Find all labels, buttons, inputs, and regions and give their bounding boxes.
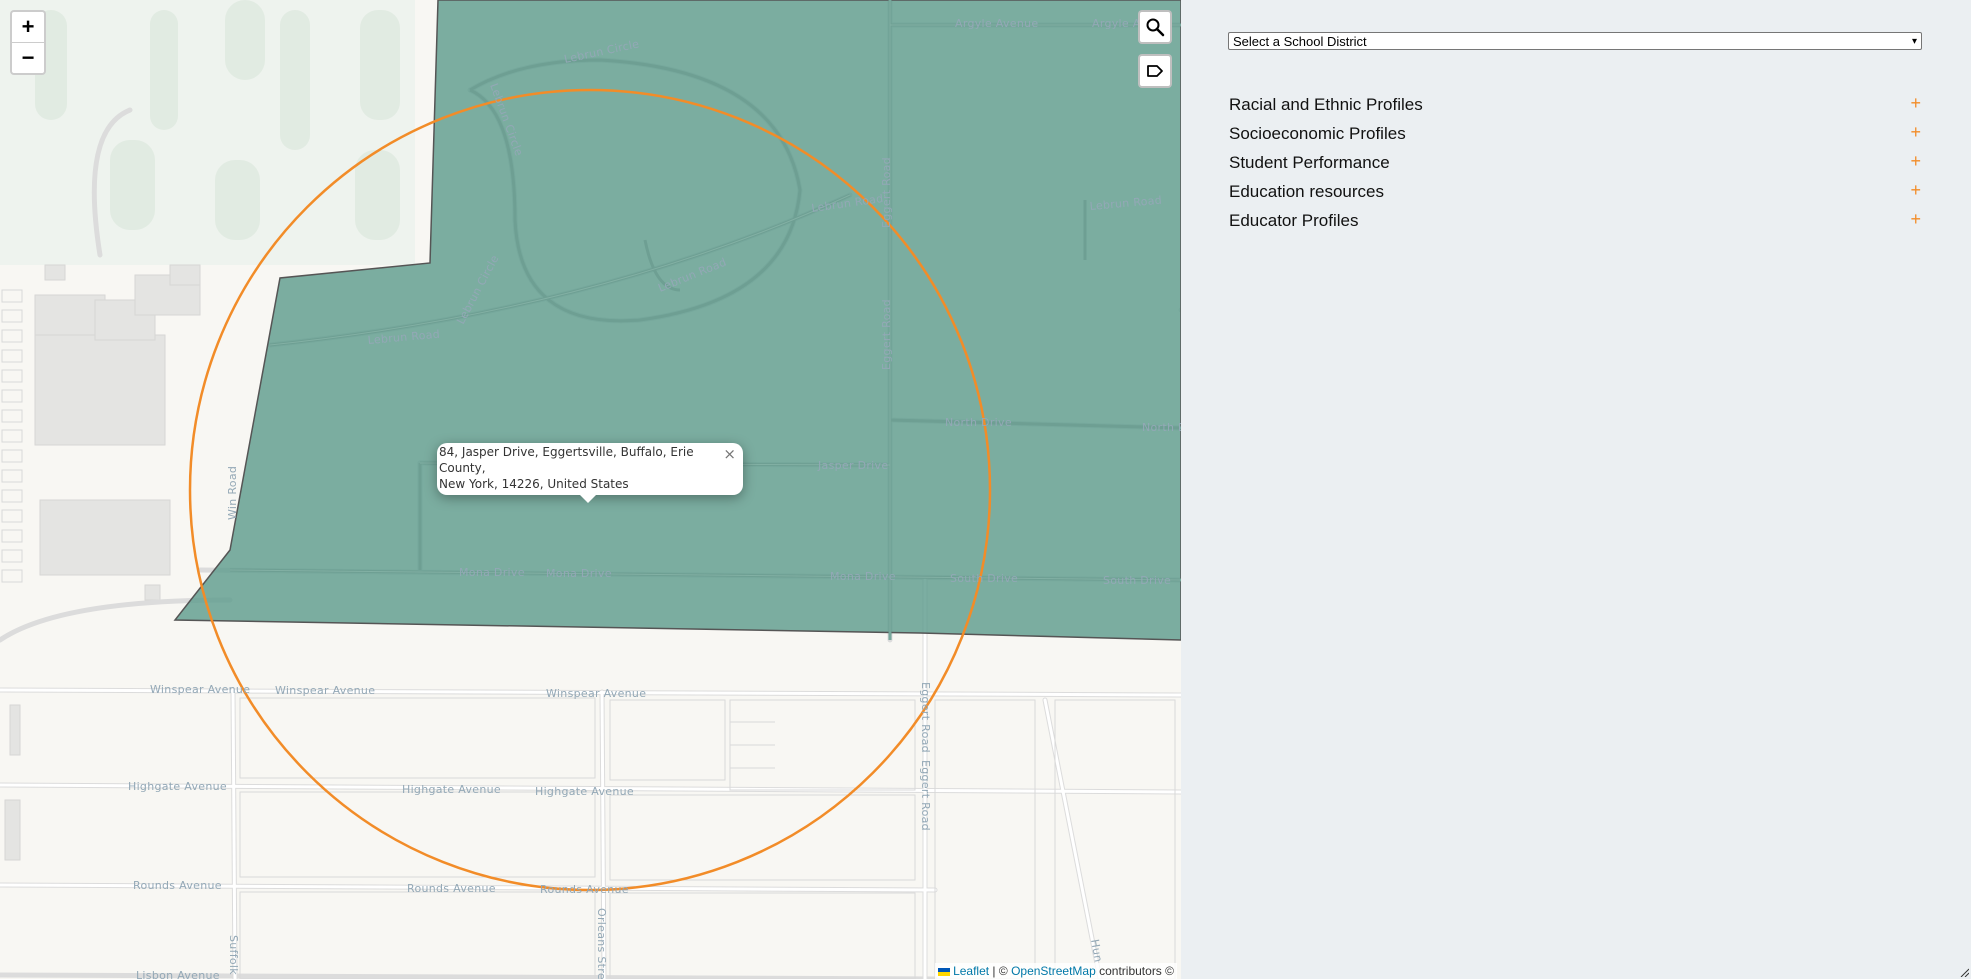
section-label: Socioeconomic Profiles bbox=[1229, 124, 1406, 143]
street-label: Orleans Stre bbox=[595, 908, 608, 979]
section-label: Education resources bbox=[1229, 182, 1384, 201]
side-panel: Select a School District ▾ Racial and Et… bbox=[1181, 0, 1971, 979]
street-label: Mona Drive bbox=[830, 570, 896, 583]
street-label: Suffolk bbox=[227, 935, 240, 975]
school-district-select-value: Select a School District bbox=[1233, 34, 1367, 49]
street-label: Lisbon Avenue bbox=[136, 969, 220, 979]
resize-grip-icon[interactable] bbox=[1959, 967, 1969, 977]
section-educator-profiles[interactable]: Educator Profiles + bbox=[1229, 209, 1921, 235]
street-label: Mona Drive bbox=[459, 566, 525, 579]
section-racial-ethnic[interactable]: Racial and Ethnic Profiles + bbox=[1229, 93, 1921, 119]
street-label: Eggert Road bbox=[880, 299, 893, 370]
label-toggle-button[interactable] bbox=[1138, 54, 1172, 88]
street-label: Highgate Avenue bbox=[535, 785, 634, 798]
buildings bbox=[4, 264, 201, 861]
popup-address-line2: New York, 14226, United States bbox=[439, 477, 629, 491]
section-label: Educator Profiles bbox=[1229, 211, 1359, 230]
section-student-performance[interactable]: Student Performance + bbox=[1229, 151, 1921, 177]
zoom-control: + − bbox=[10, 10, 46, 75]
search-button[interactable] bbox=[1138, 10, 1172, 44]
street-label: North Drive bbox=[945, 416, 1012, 429]
street-label: Argyle A bbox=[1092, 17, 1141, 30]
street-label: Eggert Road bbox=[919, 682, 932, 753]
expand-plus-icon[interactable]: + bbox=[1910, 93, 1921, 114]
street-label: Mona Drive bbox=[546, 567, 612, 580]
lot-outlines bbox=[1, 289, 23, 583]
street-label: Hun bbox=[1088, 938, 1105, 963]
expand-plus-icon[interactable]: + bbox=[1910, 209, 1921, 230]
expand-plus-icon[interactable]: + bbox=[1910, 180, 1921, 201]
search-icon bbox=[1146, 18, 1165, 37]
blocks bbox=[239, 697, 1176, 979]
street-label: Eggert Road bbox=[880, 157, 893, 228]
street-label: Highgate Avenue bbox=[128, 780, 227, 793]
expand-plus-icon[interactable]: + bbox=[1910, 122, 1921, 143]
street-label: Rounds Avenue bbox=[540, 883, 629, 896]
street-label: Highgate Avenue bbox=[402, 783, 501, 796]
street-label: Eggert Road bbox=[919, 760, 932, 831]
attribution-separator: | © bbox=[989, 964, 1012, 978]
attribution-tail: contributors © bbox=[1095, 964, 1174, 978]
chevron-down-icon: ▾ bbox=[1911, 36, 1917, 47]
street-label: Win Road bbox=[226, 466, 239, 520]
zoom-out-button[interactable]: − bbox=[12, 42, 44, 73]
section-label: Racial and Ethnic Profiles bbox=[1229, 95, 1423, 114]
street-label: Jasper Drive bbox=[817, 459, 888, 472]
school-district-select[interactable]: Select a School District ▾ bbox=[1228, 32, 1922, 50]
street-label: Argyle Avenue bbox=[955, 17, 1038, 30]
openstreetmap-link[interactable]: OpenStreetMap bbox=[1011, 964, 1096, 978]
popup-tip bbox=[579, 494, 597, 503]
street-label: South Drive bbox=[950, 572, 1018, 585]
street-label: Rounds Avenue bbox=[133, 879, 222, 892]
expand-plus-icon[interactable]: + bbox=[1910, 151, 1921, 172]
address-popup: 84, Jasper Drive, Eggertsville, Buffalo,… bbox=[437, 443, 743, 503]
popup-address-line1: 84, Jasper Drive, Eggertsville, Buffalo,… bbox=[439, 445, 694, 475]
popup-close-button[interactable]: × bbox=[723, 446, 736, 462]
section-education-resources[interactable]: Education resources + bbox=[1229, 180, 1921, 206]
ukraine-flag-icon bbox=[938, 967, 951, 976]
street-label: North D bbox=[1142, 421, 1181, 434]
section-socioeconomic[interactable]: Socioeconomic Profiles + bbox=[1229, 122, 1921, 148]
street-label: Winspear Avenue bbox=[275, 684, 375, 697]
leaflet-link[interactable]: Leaflet bbox=[953, 964, 989, 978]
label-icon bbox=[1147, 65, 1163, 77]
street-label: Winspear Avenue bbox=[546, 687, 646, 700]
map-view[interactable]: Argyle Avenue Argyle A Lebrun Circle Leb… bbox=[0, 0, 1181, 979]
street-label: Rounds Avenue bbox=[407, 882, 496, 895]
zoom-in-button[interactable]: + bbox=[12, 12, 44, 42]
section-label: Student Performance bbox=[1229, 153, 1390, 172]
street-label: Winspear Avenue bbox=[150, 683, 250, 696]
map-attribution: Leaflet | © OpenStreetMap contributors © bbox=[935, 963, 1177, 979]
street-label: South Drive bbox=[1103, 574, 1171, 587]
